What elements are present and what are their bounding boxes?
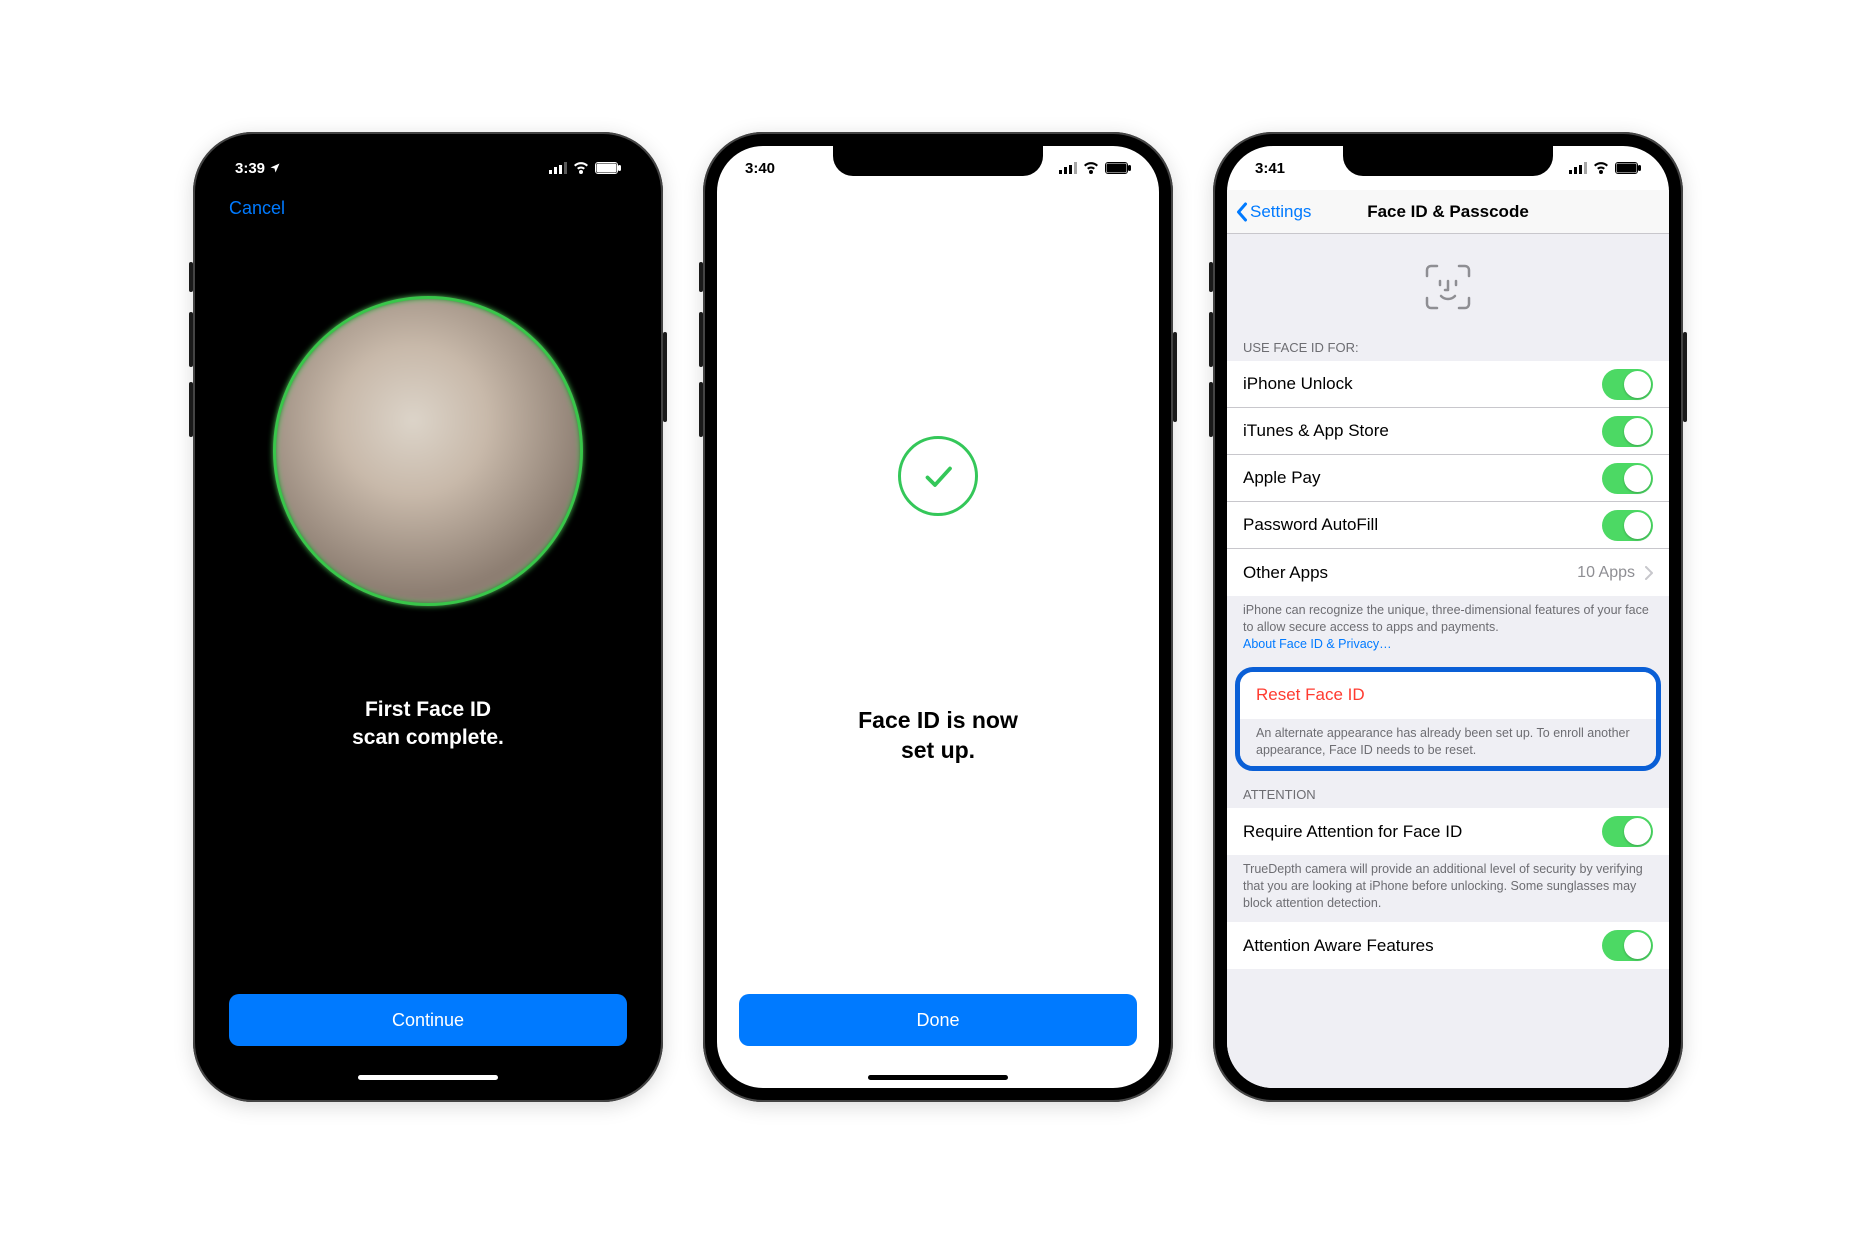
row-label: Other Apps (1243, 563, 1328, 583)
notch (1343, 146, 1553, 176)
toggle-require-attention[interactable] (1602, 816, 1653, 847)
footer-use-for: iPhone can recognize the unique, three-d… (1227, 596, 1669, 663)
nav-bar: Settings Face ID & Passcode (1227, 190, 1669, 234)
status-time: 3:41 (1255, 160, 1285, 177)
chevron-right-icon (1645, 566, 1653, 580)
section-header-attention: ATTENTION (1227, 781, 1669, 808)
home-indicator[interactable] (358, 1075, 498, 1080)
back-button[interactable]: Settings (1235, 202, 1311, 222)
scan-ring (273, 296, 583, 606)
phone-1: 3:39 Cancel First Face ID scan complete.… (193, 132, 663, 1102)
toggle-itunes[interactable] (1602, 416, 1653, 447)
battery-icon (595, 162, 621, 174)
phone-3: 3:41 Settings Face ID & Passcode (1213, 132, 1683, 1102)
scan-complete-message: First Face ID scan complete. (207, 696, 649, 753)
location-icon (269, 162, 281, 174)
row-autofill[interactable]: Password AutoFill (1227, 502, 1669, 549)
wifi-icon (1593, 162, 1609, 174)
faceid-icon (1227, 234, 1669, 334)
reset-label: Reset Face ID (1256, 685, 1365, 705)
setup-complete-message: Face ID is now set up. (717, 706, 1159, 766)
toggle-attention-aware[interactable] (1602, 930, 1653, 961)
footer-reset: An alternate appearance has already been… (1240, 719, 1656, 767)
toggle-iphone-unlock[interactable] (1602, 369, 1653, 400)
toggle-apple-pay[interactable] (1602, 463, 1653, 494)
wifi-icon (1083, 162, 1099, 174)
row-label: Apple Pay (1243, 468, 1321, 488)
toggle-autofill[interactable] (1602, 510, 1653, 541)
section-header-usefor: USE FACE ID FOR: (1227, 334, 1669, 361)
cellular-icon (549, 162, 567, 174)
home-indicator[interactable] (868, 1075, 1008, 1080)
row-label: Require Attention for Face ID (1243, 822, 1462, 842)
cancel-button[interactable]: Cancel (229, 198, 285, 219)
other-apps-count: 10 Apps (1577, 564, 1635, 582)
row-label: iPhone Unlock (1243, 374, 1353, 394)
continue-button[interactable]: Continue (229, 994, 627, 1046)
row-label: Password AutoFill (1243, 515, 1378, 535)
status-time: 3:40 (745, 160, 775, 177)
row-iphone-unlock[interactable]: iPhone Unlock (1227, 361, 1669, 408)
row-attention-aware[interactable]: Attention Aware Features (1227, 922, 1669, 969)
row-require-attention[interactable]: Require Attention for Face ID (1227, 808, 1669, 855)
row-itunes[interactable]: iTunes & App Store (1227, 408, 1669, 455)
highlight-reset-faceid: Reset Face ID An alternate appearance ha… (1235, 667, 1661, 772)
done-button[interactable]: Done (739, 994, 1137, 1046)
chevron-left-icon (1235, 202, 1248, 222)
cellular-icon (1059, 162, 1077, 174)
footer-attention: TrueDepth camera will provide an additio… (1227, 855, 1669, 922)
row-label: iTunes & App Store (1243, 421, 1389, 441)
row-apple-pay[interactable]: Apple Pay (1227, 455, 1669, 502)
notch (323, 146, 533, 176)
status-time: 3:39 (235, 160, 265, 177)
cellular-icon (1569, 162, 1587, 174)
battery-icon (1105, 162, 1131, 174)
battery-icon (1615, 162, 1641, 174)
privacy-link[interactable]: About Face ID & Privacy… (1243, 637, 1392, 651)
notch (833, 146, 1043, 176)
row-reset-faceid[interactable]: Reset Face ID (1240, 672, 1656, 719)
success-checkmark-icon (898, 436, 978, 516)
row-label: Attention Aware Features (1243, 936, 1434, 956)
wifi-icon (573, 162, 589, 174)
row-other-apps[interactable]: Other Apps 10 Apps (1227, 549, 1669, 596)
phone-2: 3:40 Face ID is now set up. Done (703, 132, 1173, 1102)
